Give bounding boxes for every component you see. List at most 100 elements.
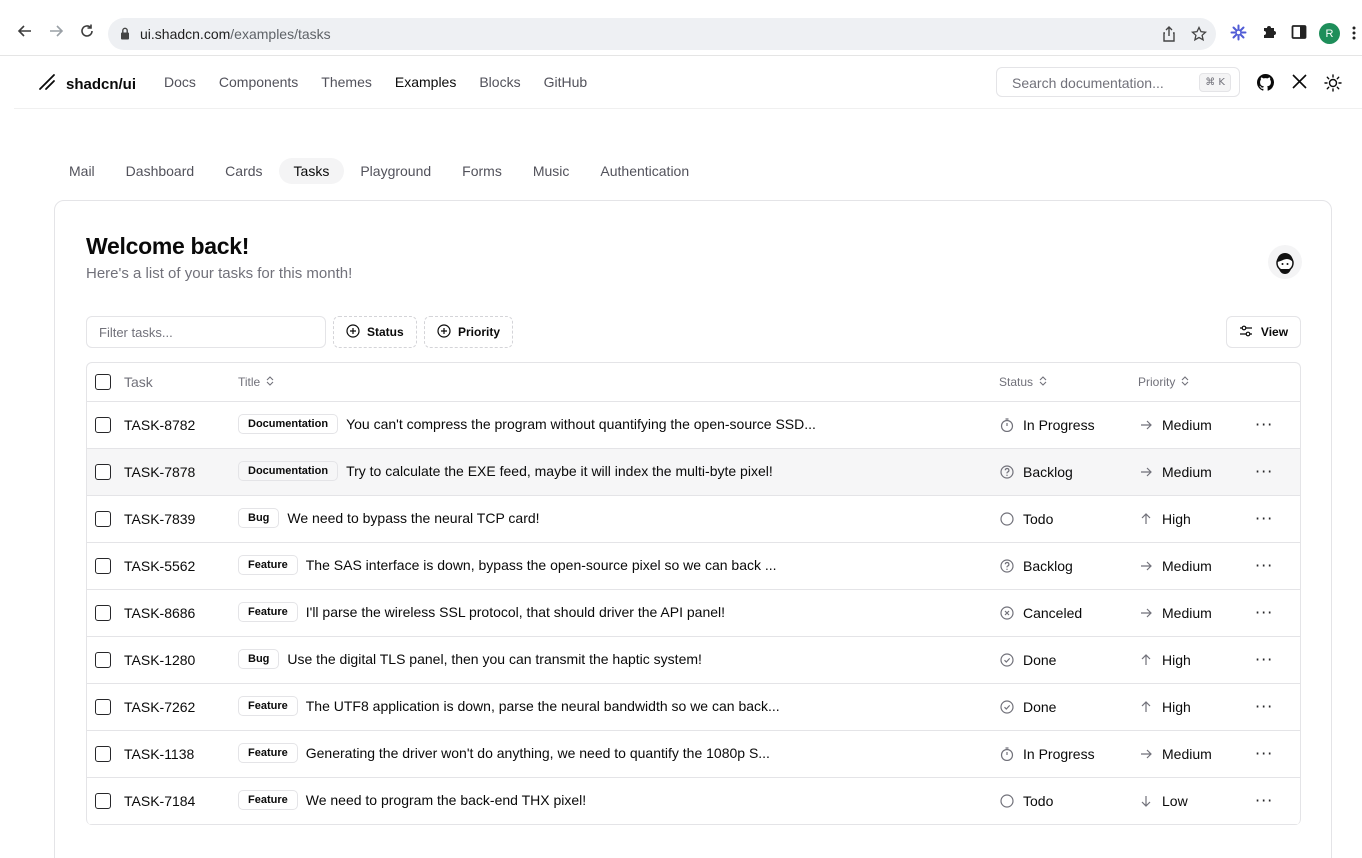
arrow-right-icon <box>1138 558 1154 574</box>
table-row[interactable]: TASK-7878 Documentation Try to calculate… <box>87 449 1300 496</box>
task-priority: Medium <box>1138 464 1212 480</box>
table-row[interactable]: TASK-1138 Feature Generating the driver … <box>87 731 1300 778</box>
extension-snowflake-icon[interactable] <box>1230 24 1247 46</box>
row-actions-more-icon[interactable]: ··· <box>1255 415 1273 434</box>
task-priority-label: Medium <box>1162 417 1212 433</box>
header-status[interactable]: Status <box>999 375 1047 389</box>
theme-toggle-sun-icon[interactable] <box>1324 74 1342 97</box>
nav-github[interactable]: GitHub <box>544 74 588 90</box>
bookmark-star-icon[interactable] <box>1191 25 1207 47</box>
user-avatar[interactable] <box>1268 245 1302 279</box>
header-priority[interactable]: Priority <box>1138 375 1189 389</box>
row-select-checkbox[interactable] <box>95 746 111 762</box>
task-status-label: Todo <box>1023 511 1054 527</box>
row-actions-more-icon[interactable]: ··· <box>1255 603 1273 622</box>
row-actions-more-icon[interactable]: ··· <box>1255 744 1273 763</box>
task-title: Use the digital TLS panel, then you can … <box>287 651 702 667</box>
filter-tasks-input[interactable] <box>86 316 326 348</box>
task-status: Todo <box>999 793 1053 809</box>
site-logo[interactable]: shadcn/ui <box>38 73 136 96</box>
task-status-label: In Progress <box>1023 746 1095 762</box>
tab-mail[interactable]: Mail <box>54 158 110 184</box>
table-row[interactable]: TASK-7184 Feature We need to program the… <box>87 778 1300 825</box>
browser-toolbar: ui.shadcn.com/examples/tasks R <box>0 0 1362 56</box>
nav-components[interactable]: Components <box>219 74 298 90</box>
header-title[interactable]: Title <box>238 375 274 389</box>
header-task: Task <box>124 374 153 390</box>
row-select-checkbox[interactable] <box>95 558 111 574</box>
task-priority: Low <box>1138 793 1188 809</box>
task-title-cell: Feature Generating the driver won't do a… <box>238 743 770 763</box>
share-icon[interactable] <box>1162 26 1176 47</box>
side-panel-icon[interactable] <box>1291 24 1307 45</box>
task-title-cell: Bug Use the digital TLS panel, then you … <box>238 649 702 669</box>
row-actions-more-icon[interactable]: ··· <box>1255 697 1273 716</box>
task-title: Generating the driver won't do anything,… <box>305 745 770 761</box>
table-row[interactable]: TASK-7839 Bug We need to bypass the neur… <box>87 496 1300 543</box>
github-icon[interactable] <box>1257 74 1275 96</box>
row-select-checkbox[interactable] <box>95 699 111 715</box>
sliders-icon <box>1239 324 1253 341</box>
tab-cards[interactable]: Cards <box>210 158 277 184</box>
tab-authentication[interactable]: Authentication <box>585 158 704 184</box>
table-row[interactable]: TASK-1280 Bug Use the digital TLS panel,… <box>87 637 1300 684</box>
url-text: ui.shadcn.com/examples/tasks <box>140 26 331 42</box>
task-title: We need to program the back-end THX pixe… <box>305 792 587 808</box>
help-circle-icon <box>999 464 1015 480</box>
browser-menu-icon[interactable] <box>1352 26 1356 45</box>
task-title: The UTF8 application is down, parse the … <box>305 698 780 714</box>
task-label-badge: Bug <box>238 649 280 669</box>
status-filter-button[interactable]: Status <box>333 316 417 348</box>
task-title: The SAS interface is down, bypass the op… <box>305 557 777 573</box>
extensions-puzzle-icon[interactable] <box>1261 24 1277 45</box>
header-status-label: Status <box>999 375 1034 389</box>
view-options-button[interactable]: View <box>1226 316 1301 348</box>
row-actions-more-icon[interactable]: ··· <box>1255 509 1273 528</box>
table-row[interactable]: TASK-5562 Feature The SAS interface is d… <box>87 543 1300 590</box>
table-row[interactable]: TASK-8686 Feature I'll parse the wireles… <box>87 590 1300 637</box>
table-row[interactable]: TASK-8782 Documentation You can't compre… <box>87 402 1300 449</box>
task-priority-label: High <box>1162 652 1191 668</box>
row-actions-more-icon[interactable]: ··· <box>1255 556 1273 575</box>
task-priority-label: High <box>1162 699 1191 715</box>
nav-examples[interactable]: Examples <box>395 74 456 90</box>
priority-filter-label: Priority <box>458 325 501 339</box>
tab-tasks[interactable]: Tasks <box>278 158 345 184</box>
reload-icon[interactable] <box>78 22 96 40</box>
select-all-checkbox[interactable] <box>95 374 111 390</box>
table-row[interactable]: TASK-7262 Feature The UTF8 application i… <box>87 684 1300 731</box>
row-select-checkbox[interactable] <box>95 464 111 480</box>
task-label-badge: Feature <box>238 790 298 810</box>
tab-forms[interactable]: Forms <box>447 158 517 184</box>
row-select-checkbox[interactable] <box>95 652 111 668</box>
forward-arrow-icon[interactable] <box>47 22 65 40</box>
x-twitter-icon[interactable] <box>1292 74 1307 94</box>
row-select-checkbox[interactable] <box>95 417 111 433</box>
task-status-label: In Progress <box>1023 417 1095 433</box>
nav-themes[interactable]: Themes <box>321 74 372 90</box>
address-bar[interactable]: ui.shadcn.com/examples/tasks <box>108 18 1216 50</box>
back-arrow-icon[interactable] <box>16 22 34 40</box>
task-status: Backlog <box>999 558 1073 574</box>
row-select-checkbox[interactable] <box>95 605 111 621</box>
nav-docs[interactable]: Docs <box>164 74 196 90</box>
tab-music[interactable]: Music <box>518 158 585 184</box>
arrow-up-icon <box>1138 699 1154 715</box>
search-documentation-button[interactable]: Search documentation... ⌘ K <box>996 67 1240 97</box>
priority-filter-button[interactable]: Priority <box>424 316 514 348</box>
table-body: TASK-8782 Documentation You can't compre… <box>87 402 1300 825</box>
task-status: Done <box>999 699 1056 715</box>
plus-circle-icon <box>437 323 451 341</box>
nav-blocks[interactable]: Blocks <box>479 74 520 90</box>
task-title-cell: Feature We need to program the back-end … <box>238 790 586 810</box>
row-actions-more-icon[interactable]: ··· <box>1255 462 1273 481</box>
row-select-checkbox[interactable] <box>95 793 111 809</box>
row-actions-more-icon[interactable]: ··· <box>1255 791 1273 810</box>
task-title: We need to bypass the neural TCP card! <box>287 510 540 526</box>
row-select-checkbox[interactable] <box>95 511 111 527</box>
tab-playground[interactable]: Playground <box>345 158 446 184</box>
task-status: Done <box>999 652 1056 668</box>
tab-dashboard[interactable]: Dashboard <box>111 158 210 184</box>
row-actions-more-icon[interactable]: ··· <box>1255 650 1273 669</box>
profile-avatar[interactable]: R <box>1319 23 1340 44</box>
